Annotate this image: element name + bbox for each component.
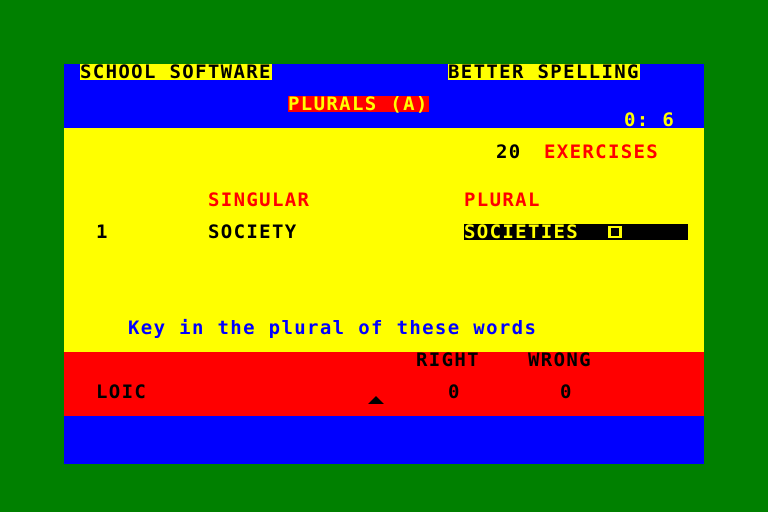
item-number: 1 [96, 221, 109, 243]
player-name: LOIC [96, 381, 148, 403]
timer: 0: 6 [624, 109, 676, 131]
text-cursor [608, 226, 622, 238]
singular-column-header: SINGULAR [208, 189, 311, 211]
instruction-text: Key in the plural of these words [128, 317, 538, 339]
publisher-label: SCHOOL SOFTWARE [80, 61, 272, 83]
game-screen: SCHOOL SOFTWARE BETTER SPELLING PLURALS … [64, 61, 704, 464]
plural-column-header: PLURAL [464, 189, 541, 211]
wrong-label: WRONG [528, 349, 592, 371]
footer-band [64, 416, 704, 464]
lesson-title: PLURALS (A) [288, 93, 429, 115]
triangle-marker-icon [368, 396, 384, 404]
right-count: 0 [448, 381, 461, 403]
singular-word: SOCIETY [208, 221, 298, 243]
right-label: RIGHT [416, 349, 480, 371]
exercise-count: 20 [496, 141, 522, 163]
program-title: BETTER SPELLING [448, 61, 640, 83]
plural-answer-text: SOCIETIES [464, 221, 580, 243]
exercises-label: EXERCISES [544, 141, 660, 163]
score-band [64, 352, 704, 416]
wrong-count: 0 [560, 381, 573, 403]
plural-answer-input[interactable]: SOCIETIES [464, 221, 688, 243]
